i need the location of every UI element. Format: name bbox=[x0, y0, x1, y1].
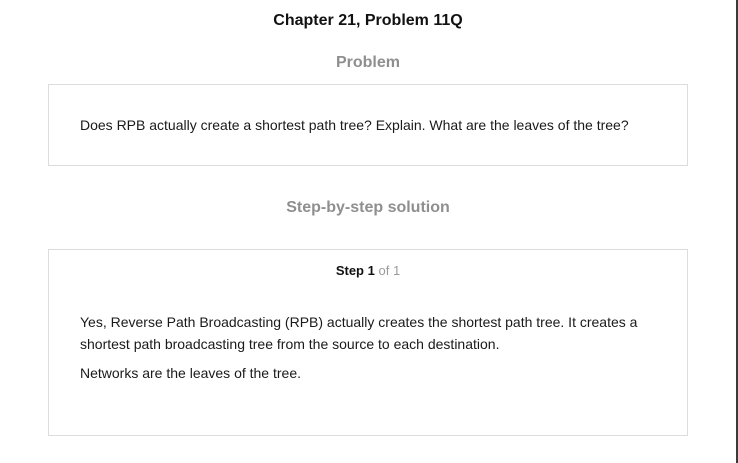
step-label: Step bbox=[335, 263, 364, 278]
step-body: Yes, Reverse Path Broadcasting (RPB) act… bbox=[80, 311, 651, 391]
step-number: 1 bbox=[367, 263, 375, 278]
page-title: Chapter 21, Problem 11Q bbox=[273, 12, 463, 29]
solution-card: Step 1 of 1 Yes, Reverse Path Broadcasti… bbox=[48, 249, 688, 436]
step-total: of 1 bbox=[378, 263, 401, 278]
problem-card: Does RPB actually create a shortest path… bbox=[48, 84, 688, 166]
step-header: Step 1 of 1 bbox=[49, 263, 687, 279]
solution-paragraph: Yes, Reverse Path Broadcasting (RPB) act… bbox=[80, 314, 638, 352]
problem-text: Does RPB actually create a shortest path… bbox=[80, 117, 629, 133]
problem-heading: Problem bbox=[335, 54, 400, 71]
solution-paragraph: Networks are the leaves of the tree. bbox=[80, 365, 301, 381]
solution-heading: Step-by-step solution bbox=[286, 199, 450, 216]
